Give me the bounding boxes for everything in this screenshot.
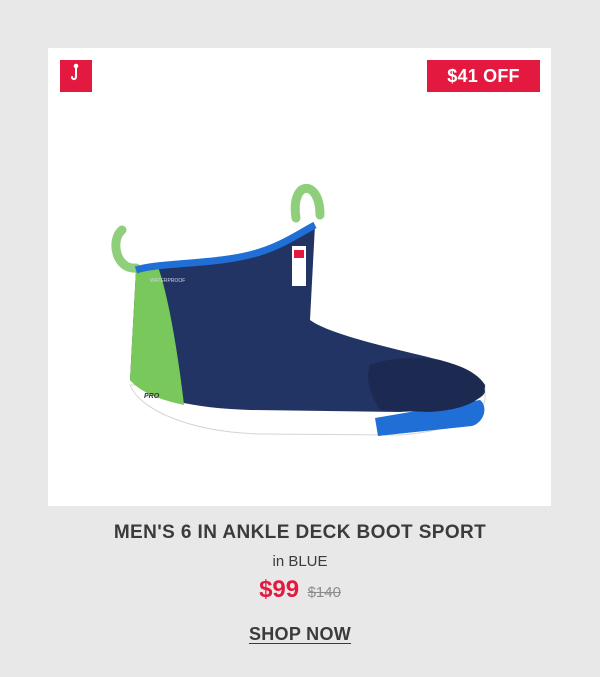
product-title[interactable]: MEN'S 6 IN ANKLE DECK BOOT SPORT xyxy=(0,522,600,544)
brand-logo xyxy=(60,60,92,92)
shop-now-link[interactable]: SHOP NOW xyxy=(249,624,351,644)
boot-pro-label: PRO xyxy=(144,393,160,400)
product-image[interactable]: WATERPROOF PRO xyxy=(100,170,500,450)
fishhook-icon xyxy=(67,63,85,90)
original-price: $140 xyxy=(307,584,341,601)
boot-waterproof-label: WATERPROOF xyxy=(150,278,185,284)
sale-price: $99 xyxy=(259,576,300,603)
shop-now-container: SHOP NOW xyxy=(0,624,600,645)
product-color: in BLUE xyxy=(272,553,328,570)
price-row: $99 $140 xyxy=(0,576,600,604)
discount-badge: $41 OFF xyxy=(427,60,540,92)
